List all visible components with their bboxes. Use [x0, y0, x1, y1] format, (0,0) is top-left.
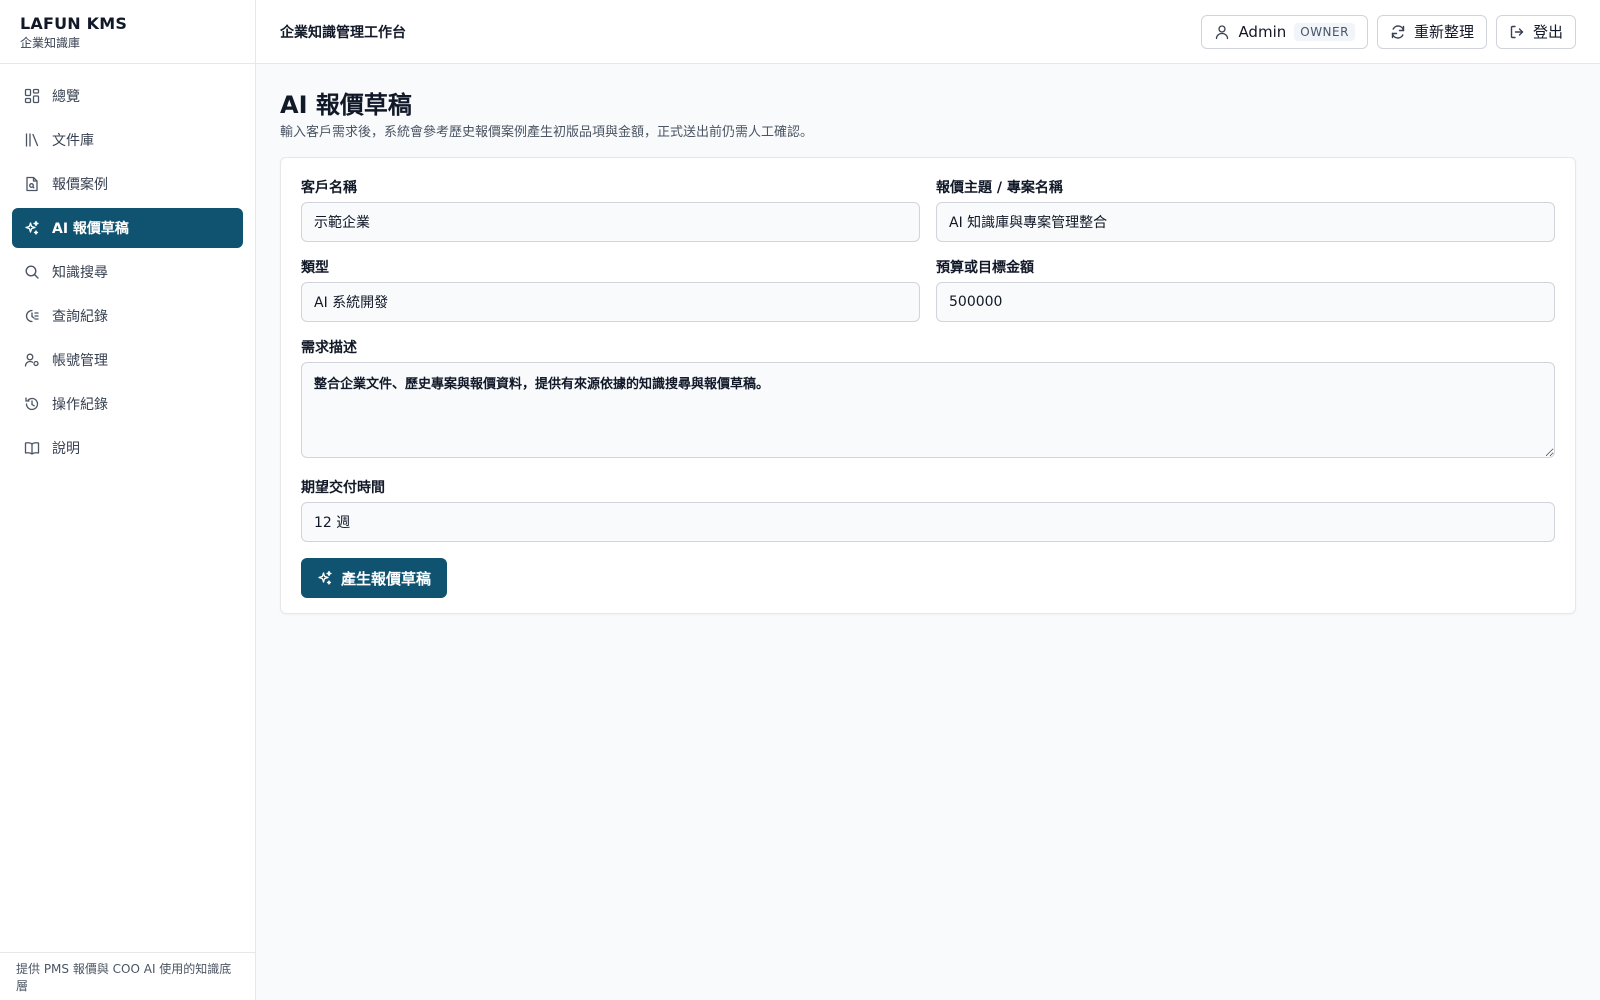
delivery-field-group: 期望交付時間 [301, 478, 1555, 542]
sidebar-item-label: 帳號管理 [52, 353, 108, 369]
brand-name: LAFUN KMS [20, 14, 128, 33]
sidebar-item-overview[interactable]: 總覽 [12, 76, 243, 116]
customer-field-group: 客戶名稱 [301, 178, 920, 242]
sidebar-item-knowledge-search[interactable]: 知識搜尋 [12, 252, 243, 292]
main-content: AI 報價草稿 輸入客戶需求後，系統會參考歷史報價案例產生初版品項與金額，正式送… [280, 64, 1576, 614]
clock-rotate-icon [24, 396, 40, 412]
sidebar-item-library[interactable]: 文件庫 [12, 120, 243, 160]
requirement-label: 需求描述 [301, 340, 357, 356]
sidebar-item-label: 報價案例 [52, 177, 108, 193]
brand: LAFUN KMS 企業知識庫 [0, 0, 255, 64]
budget-label: 預算或目標金額 [936, 260, 1034, 276]
delivery-label: 期望交付時間 [301, 480, 385, 496]
sparkles-icon [318, 570, 332, 585]
generate-quote-button[interactable]: 產生報價草稿 [301, 558, 448, 598]
sidebar-item-query-log[interactable]: 查詢紀錄 [12, 296, 243, 336]
sidebar-nav: 總覽 文件庫 報價案例 AI 報價草稿 知識搜尋 查詢紀錄 帳號管理 操作紀錄 … [0, 64, 255, 468]
file-search-icon [24, 176, 40, 192]
user-name: Admin [1238, 22, 1287, 41]
budget-field-group: 預算或目標金額 [936, 258, 1555, 322]
sidebar-item-audit-log[interactable]: 操作紀錄 [12, 384, 243, 424]
user-cog-icon [24, 352, 40, 368]
delivery-input[interactable] [301, 502, 1555, 542]
requirement-field-group: 需求描述 整合企業文件、歷史專案與報價資料，提供有來源依據的知識搜尋與報價草稿。 [301, 338, 1555, 462]
sidebar-footer: 提供 PMS 報價與 COO AI 使用的知識底層 [0, 952, 255, 1000]
sidebar-item-label: 操作紀錄 [52, 397, 108, 413]
project-label: 報價主題 / 專案名稱 [936, 180, 1063, 196]
logout-icon [1510, 25, 1524, 38]
logout-label: 登出 [1532, 23, 1563, 41]
sidebar-item-label: 說明 [52, 441, 80, 457]
history-icon [24, 308, 40, 324]
requirement-textarea[interactable]: 整合企業文件、歷史專案與報價資料，提供有來源依據的知識搜尋與報價草稿。 [301, 362, 1555, 458]
dashboard-icon [24, 88, 40, 104]
form-row: 客戶名稱 報價主題 / 專案名稱 [301, 178, 1555, 242]
budget-input[interactable] [936, 282, 1555, 322]
customer-input[interactable] [301, 202, 920, 242]
sidebar-item-label: 文件庫 [52, 133, 94, 149]
type-label: 類型 [301, 260, 329, 276]
project-input[interactable] [936, 202, 1555, 242]
type-field-group: 類型 [301, 258, 920, 322]
generate-quote-label: 產生報價草稿 [341, 570, 432, 588]
sparkles-icon [24, 220, 40, 236]
sidebar-item-label: 知識搜尋 [52, 265, 108, 281]
sidebar-item-label: 查詢紀錄 [52, 309, 108, 325]
refresh-icon [1391, 24, 1405, 39]
sidebar-item-ai-quote-draft[interactable]: AI 報價草稿 [12, 208, 243, 248]
book-open-icon [24, 440, 40, 456]
sidebar-item-label: AI 報價草稿 [52, 221, 129, 237]
top-header: 企業知識管理工作台 Admin OWNER 重新整理 登出 [256, 0, 1600, 64]
user-menu-button[interactable]: Admin OWNER [1201, 14, 1368, 49]
page-title: AI 報價草稿 [280, 91, 412, 119]
sidebar-item-help[interactable]: 說明 [12, 428, 243, 468]
quote-form-card: 客戶名稱 報價主題 / 專案名稱 類型 預算或目標金額 需求描述 整合企業文件、… [280, 157, 1576, 614]
form-row: 類型 預算或目標金額 [301, 258, 1555, 322]
user-icon [1216, 24, 1229, 39]
library-icon [24, 132, 40, 148]
sidebar-item-quote-cases[interactable]: 報價案例 [12, 164, 243, 204]
sidebar-item-account-management[interactable]: 帳號管理 [12, 340, 243, 380]
sidebar-item-label: 總覽 [52, 89, 80, 105]
role-badge: OWNER [1294, 22, 1355, 41]
header-title: 企業知識管理工作台 [280, 24, 406, 41]
customer-label: 客戶名稱 [301, 180, 357, 196]
brand-subtitle: 企業知識庫 [20, 36, 81, 50]
project-field-group: 報價主題 / 專案名稱 [936, 178, 1555, 242]
page-description: 輸入客戶需求後，系統會參考歷史報價案例產生初版品項與金額，正式送出前仍需人工確認… [280, 125, 814, 140]
refresh-button[interactable]: 重新整理 [1376, 14, 1487, 49]
type-input[interactable] [301, 282, 920, 322]
logout-button[interactable]: 登出 [1495, 14, 1576, 49]
refresh-label: 重新整理 [1413, 23, 1474, 41]
search-icon [24, 264, 40, 280]
sidebar: LAFUN KMS 企業知識庫 總覽 文件庫 報價案例 AI 報價草稿 知識搜尋… [0, 0, 256, 1000]
header-actions: Admin OWNER 重新整理 登出 [1192, 14, 1576, 49]
